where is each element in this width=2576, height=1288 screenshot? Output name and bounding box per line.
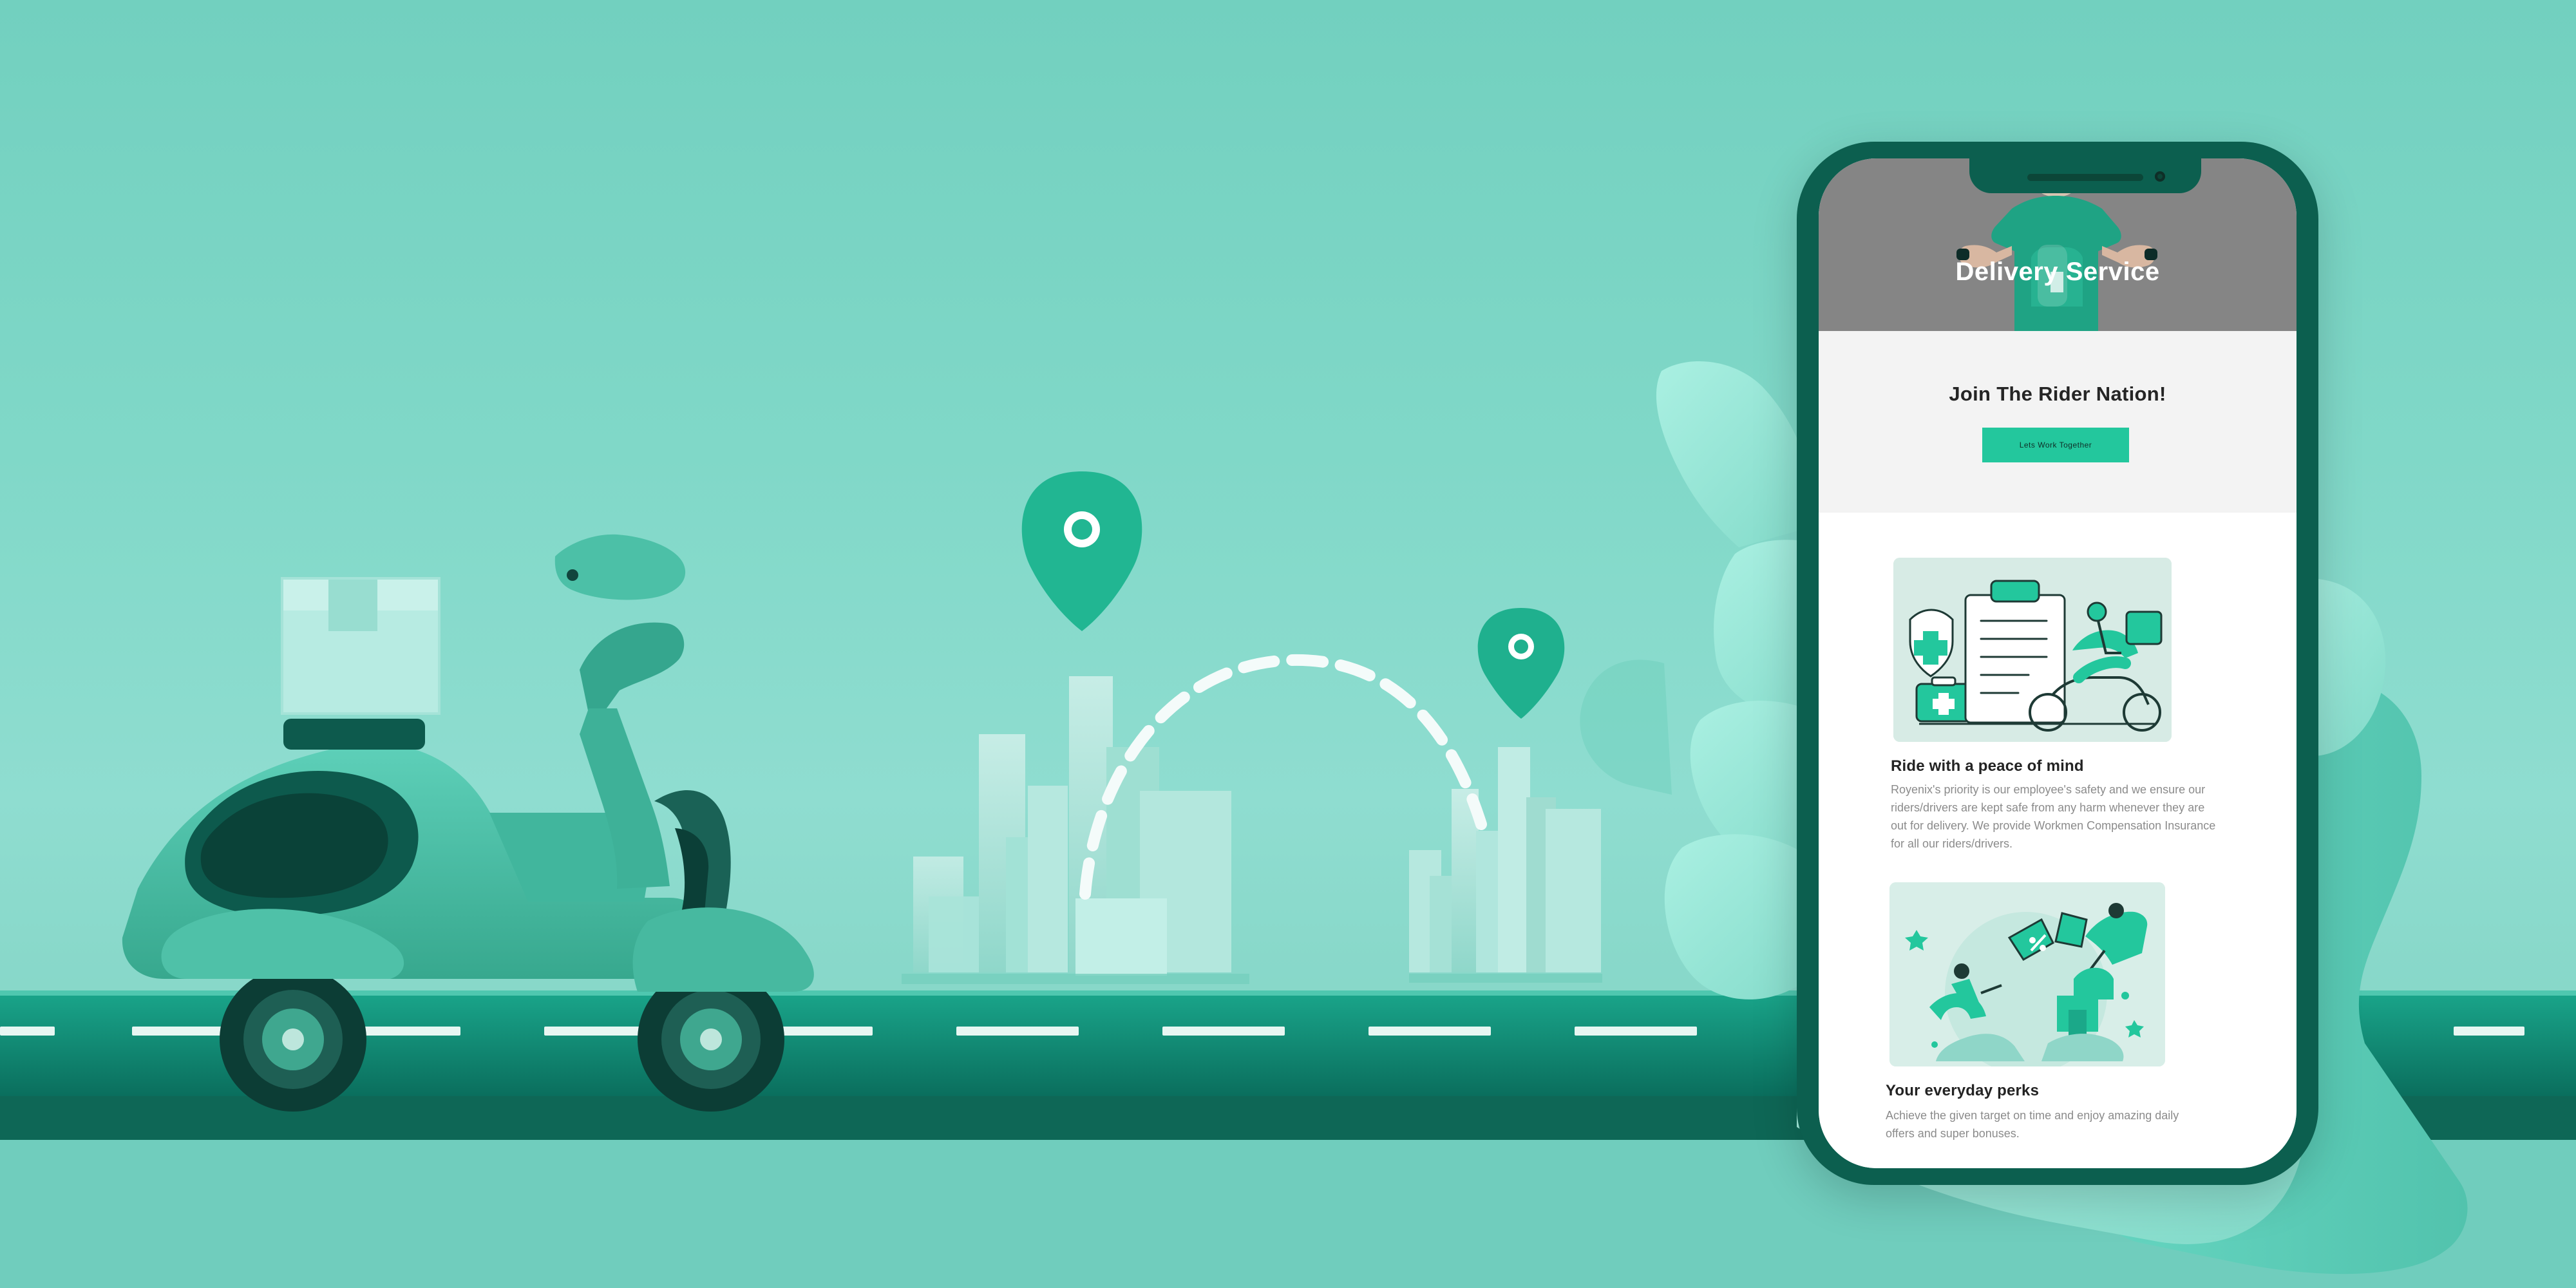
phone-notch	[1969, 158, 2201, 193]
card-title-safety: Ride with a peace of mind	[1891, 757, 2084, 775]
join-section: Join The Rider Nation! Lets Work Togethe…	[1819, 331, 2297, 513]
delivery-scene: Delivery Service Join The Rider Nation! …	[0, 0, 2576, 1288]
join-title: Join The Rider Nation!	[1949, 383, 2166, 405]
lets-work-together-button[interactable]: Lets Work Together	[1982, 428, 2129, 462]
safety-illustration	[1893, 558, 2172, 742]
perks-illustration-graphic	[1889, 882, 2165, 1066]
card-title-perks: Your everyday perks	[1886, 1082, 2040, 1099]
card-text-perks: Achieve the given target on time and enj…	[1886, 1109, 2179, 1140]
perks-illustration	[1889, 882, 2165, 1066]
location-pin-icon	[1021, 471, 1142, 631]
location-pin-icon	[1477, 608, 1565, 719]
hero-title: Delivery Service	[1955, 258, 2160, 286]
card-text-safety: Royenix's priority is our employee's saf…	[1891, 783, 2216, 850]
front-camera-icon	[2155, 171, 2165, 182]
speaker-grill	[2027, 174, 2143, 181]
safety-illustration-graphic	[1893, 558, 2172, 742]
delivery-app-page[interactable]: Delivery Service Join The Rider Nation! …	[1819, 158, 2297, 1168]
phone-screen: Delivery Service Join The Rider Nation! …	[1819, 158, 2297, 1168]
mobile-phone-frame: Delivery Service Join The Rider Nation! …	[1797, 142, 2318, 1185]
city-buildings-right	[1409, 747, 1602, 983]
city-buildings-left	[902, 676, 1249, 984]
